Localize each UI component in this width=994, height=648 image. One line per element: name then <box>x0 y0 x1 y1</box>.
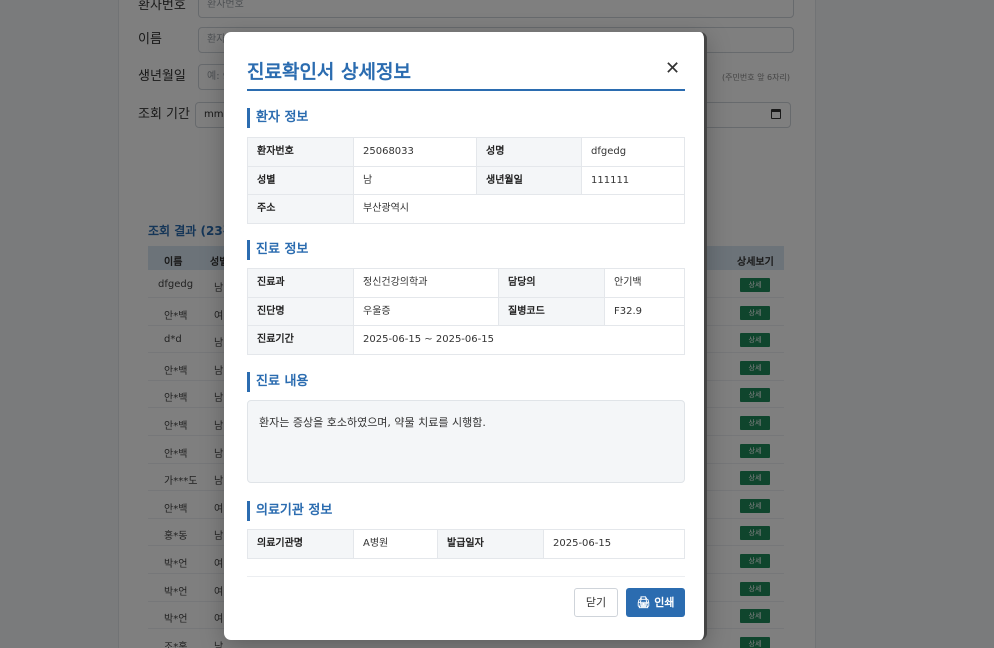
institution-name-value: A병원 <box>354 530 438 559</box>
treatment-period-label: 진료기간 <box>248 326 354 355</box>
disease-code-label: 질병코드 <box>499 297 605 326</box>
detail-modal: 진료확인서 상세정보 ✕ 환자 정보 환자번호 25068033 성명 dfge… <box>224 32 707 640</box>
patient-address-label: 주소 <box>248 195 354 224</box>
content-section-title: 진료 내용 <box>247 372 308 392</box>
patient-gender-value: 남 <box>354 166 477 195</box>
footer-divider <box>247 576 685 577</box>
treatment-info-table: 진료과 정신건강의학과 담당의 안기백 진단명 우울증 질병코드 F32.9 진… <box>247 268 685 355</box>
treatment-period-value: 2025-06-15 ~ 2025-06-15 <box>354 326 685 355</box>
patient-birth-value: 111111 <box>582 166 685 195</box>
issue-date-label: 발급일자 <box>438 530 544 559</box>
patient-name-value: dfgedg <box>582 138 685 167</box>
print-button[interactable]: 🖨 인쇄 <box>626 588 685 617</box>
close-button[interactable]: 닫기 <box>574 588 618 617</box>
doctor-label: 담당의 <box>499 269 605 298</box>
patient-gender-label: 성별 <box>248 166 354 195</box>
patient-name-label: 성명 <box>477 138 582 167</box>
dept-label: 진료과 <box>248 269 354 298</box>
title-divider <box>247 89 685 91</box>
patient-info-table: 환자번호 25068033 성명 dfgedg 성별 남 생년월일 111111… <box>247 137 685 224</box>
institution-info-table: 의료기관명 A병원 발급일자 2025-06-15 <box>247 529 685 559</box>
disease-code-value: F32.9 <box>605 297 685 326</box>
patient-birth-label: 생년월일 <box>477 166 582 195</box>
patient-no-label: 환자번호 <box>248 138 354 167</box>
dept-value: 정신건강의학과 <box>354 269 499 298</box>
close-icon[interactable]: ✕ <box>665 58 680 79</box>
diagnosis-value: 우울증 <box>354 297 499 326</box>
issue-date-value: 2025-06-15 <box>544 530 685 559</box>
modal-title: 진료확인서 상세정보 <box>247 61 411 83</box>
doctor-value: 안기백 <box>605 269 685 298</box>
patient-address-value: 부산광역시 <box>354 195 685 224</box>
patient-section-title: 환자 정보 <box>247 108 308 128</box>
treatment-content-box: 환자는 증상을 호소하였으며, 약물 치료를 시행함. <box>247 400 685 483</box>
treatment-section-title: 진료 정보 <box>247 240 308 260</box>
institution-section-title: 의료기관 정보 <box>247 501 332 521</box>
institution-name-label: 의료기관명 <box>248 530 354 559</box>
diagnosis-label: 진단명 <box>248 297 354 326</box>
patient-no-value: 25068033 <box>354 138 477 167</box>
